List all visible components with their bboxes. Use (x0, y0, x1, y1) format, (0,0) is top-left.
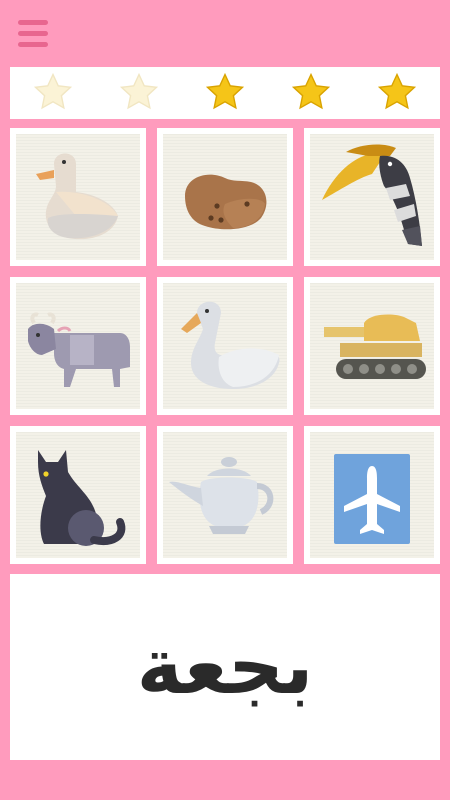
duck-icon (36, 153, 118, 240)
choice-tile-potato[interactable] (157, 128, 293, 266)
star-empty-icon (32, 71, 74, 113)
star-filled-icon (376, 71, 418, 113)
hamburger-menu-icon[interactable] (18, 20, 48, 48)
teapot-icon (169, 457, 274, 534)
swan-icon (181, 301, 280, 389)
choice-tile-tank[interactable] (304, 277, 440, 415)
hornbill-icon (322, 144, 422, 246)
airplane-icon (334, 454, 410, 544)
choice-tile-hornbill[interactable] (304, 128, 440, 266)
ox-icon (28, 312, 130, 387)
choice-tile-airplane[interactable] (304, 426, 440, 564)
star-rating-bar (10, 67, 440, 119)
question-word: بجعة (136, 622, 314, 712)
star-filled-icon (204, 71, 246, 113)
potato-icon (185, 174, 267, 230)
tank-icon (324, 314, 426, 379)
star-empty-icon (118, 71, 160, 113)
choice-tile-cat[interactable] (10, 426, 146, 564)
cat-icon (38, 450, 126, 546)
choice-tile-ox[interactable] (10, 277, 146, 415)
choice-tile-duck[interactable] (10, 128, 146, 266)
question-word-panel: بجعة (10, 574, 440, 760)
star-filled-icon (290, 71, 332, 113)
choice-tile-swan[interactable] (157, 277, 293, 415)
choice-tile-teapot[interactable] (157, 426, 293, 564)
